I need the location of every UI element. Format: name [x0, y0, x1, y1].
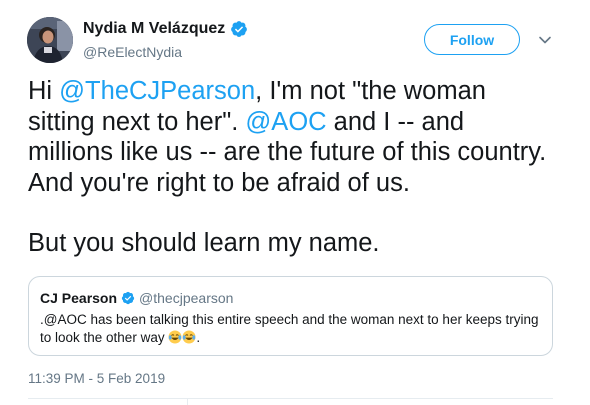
- quoted-tweet-trailing-punct: .: [196, 330, 201, 345]
- divider: [28, 398, 553, 399]
- quoted-tweet[interactable]: CJ Pearson @thecjpearson .@AOC has been …: [28, 276, 553, 356]
- tears-of-joy-emoji-icon: [182, 330, 196, 344]
- tweet-paragraph-2: But you should learn my name.: [28, 229, 380, 257]
- author-display-name[interactable]: Nydia M Velázquez: [83, 20, 248, 38]
- tweet-timestamp[interactable]: 11:39 PM - 5 Feb 2019: [28, 371, 165, 386]
- author-avatar[interactable]: [27, 17, 73, 63]
- mention-link[interactable]: @AOC: [245, 108, 326, 136]
- quoted-author-name: CJ Pearson: [40, 290, 118, 306]
- tweet-paragraph-1: Hi @TheCJPearson, I'm not "the woman sit…: [28, 76, 548, 198]
- verified-badge-icon: [230, 20, 248, 38]
- author-handle[interactable]: @ReElectNydia: [83, 44, 182, 60]
- tweet-text-segment: Hi: [28, 77, 60, 105]
- quoted-tweet-header: CJ Pearson @thecjpearson: [40, 290, 233, 306]
- mention-link[interactable]: @TheCJPearson: [59, 77, 255, 105]
- tweet-card: Nydia M Velázquez @ReElectNydia Follow H…: [0, 0, 590, 405]
- divider: [187, 398, 188, 405]
- verified-badge-icon: [121, 291, 135, 305]
- quoted-tweet-body: .@AOC has been talking this entire speec…: [40, 312, 539, 345]
- chevron-down-icon[interactable]: [538, 33, 552, 47]
- avatar-photo-icon: [27, 17, 73, 63]
- tears-of-joy-emoji-icon: [168, 330, 182, 344]
- author-name-text[interactable]: Nydia M Velázquez: [83, 20, 225, 38]
- quoted-tweet-text: .@AOC has been talking this entire speec…: [40, 311, 545, 347]
- tweet-text: Hi @TheCJPearson, I'm not "the woman sit…: [28, 76, 548, 259]
- follow-button[interactable]: Follow: [424, 24, 520, 55]
- quoted-author-handle: @thecjpearson: [139, 290, 234, 306]
